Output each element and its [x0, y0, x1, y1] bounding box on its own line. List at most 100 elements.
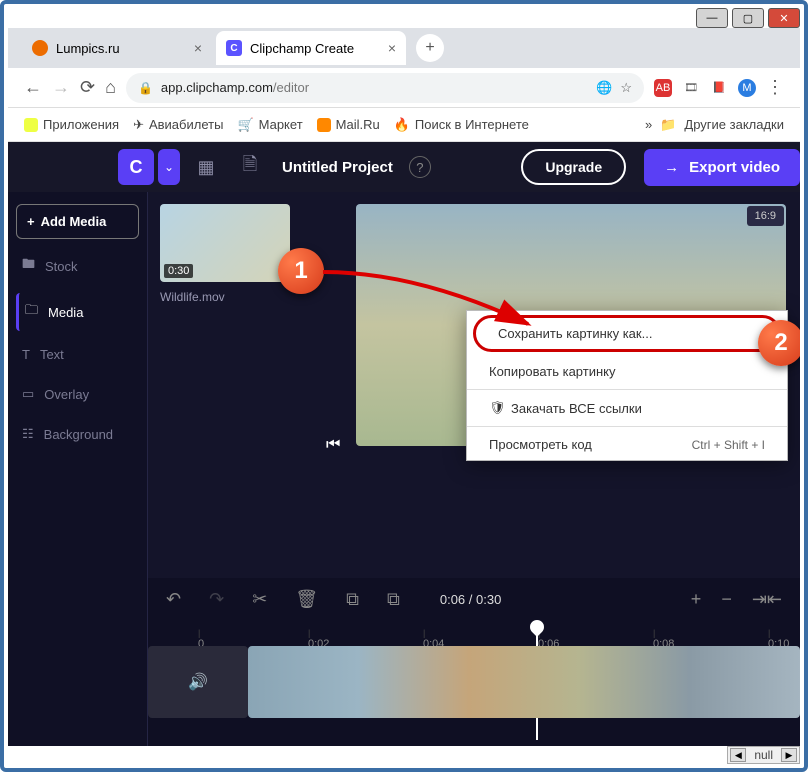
bookmark-apps[interactable]: Приложения — [24, 117, 119, 132]
upgrade-button[interactable]: Upgrade — [521, 149, 626, 185]
url-host: app.clipchamp.com — [161, 80, 273, 95]
plus-icon: + — [27, 214, 35, 229]
export-arrow-icon: → — [664, 159, 679, 176]
lock-icon: 🔒 — [138, 81, 153, 95]
timecode-label: 0:06 / 0:30 — [440, 592, 501, 607]
cart-icon: 🛒 — [237, 117, 253, 133]
ext-pdf-icon[interactable]: 📕 — [710, 79, 728, 97]
bookmark-market[interactable]: 🛒 Маркет — [237, 117, 302, 133]
sidebar-item-overlay[interactable]: ▭ Overlay — [16, 378, 139, 410]
window-minimize-button[interactable]: — — [696, 8, 728, 28]
bookmark-mail[interactable]: Mail.Ru — [317, 117, 380, 132]
url-path: /editor — [273, 80, 309, 95]
fit-button[interactable]: ⇥⇤ — [752, 589, 782, 610]
overlay-icon: ▭ — [22, 386, 34, 402]
ext-adblock-icon[interactable]: AB — [654, 79, 672, 97]
star-icon[interactable]: ☆ — [620, 80, 632, 96]
nav-forward-button[interactable]: → — [52, 77, 70, 98]
export-label: Export video — [689, 159, 780, 176]
bookmark-label: Mail.Ru — [336, 117, 380, 132]
browser-tab-0[interactable]: Lumpics.ru × — [22, 31, 212, 65]
aspect-ratio-button[interactable]: 16:9 — [747, 206, 784, 226]
app-logo[interactable]: C — [118, 149, 154, 185]
sound-icon: 🔊 — [188, 672, 208, 692]
ctx-label: Закачать ВСЕ ссылки — [511, 401, 642, 416]
translate-icon[interactable]: 🌐 — [596, 80, 612, 96]
horizontal-scrollbar[interactable]: ◀ null ▶ — [727, 746, 800, 764]
nav-reload-button[interactable]: ⟳ — [80, 77, 95, 98]
add-media-label: Add Media — [41, 214, 107, 229]
export-button[interactable]: → Export video — [644, 149, 800, 186]
ext-film-icon[interactable]: 🎞 — [682, 79, 700, 97]
bookmark-search[interactable]: 🔥Поиск в Интернете — [394, 117, 529, 133]
browser-tab-1[interactable]: C Clipchamp Create × — [216, 31, 406, 65]
thumbnail-filename: Wildlife.mov — [160, 290, 310, 304]
sidebar-item-stock[interactable]: 🖿 Stock — [16, 247, 139, 285]
profile-avatar-icon[interactable]: M — [738, 79, 756, 97]
ctx-save-image-as[interactable]: Сохранить картинку как... — [476, 318, 778, 349]
redo-button[interactable]: ↷ — [209, 589, 224, 610]
sidebar-item-media[interactable]: 🗀Media — [16, 293, 139, 331]
window-maximize-button[interactable]: ▢ — [732, 8, 764, 28]
ctx-inspect[interactable]: Просмотреть кодCtrl + Shift + I — [467, 429, 787, 460]
duplicate-button[interactable]: ⧉ — [387, 589, 400, 610]
sidebar-item-label: Stock — [45, 259, 78, 274]
zoom-out-button[interactable]: − — [721, 589, 732, 610]
add-media-button[interactable]: + Add Media — [16, 204, 139, 239]
tab-close-icon[interactable]: × — [388, 40, 396, 56]
text-icon: T — [22, 347, 30, 362]
tab-label: Lumpics.ru — [56, 41, 120, 56]
help-button[interactable]: ? — [409, 156, 431, 178]
other-bookmarks-button[interactable]: Другие закладки — [684, 117, 784, 132]
app-menu-dropdown[interactable]: ⌄ — [158, 149, 180, 185]
media-thumbnail[interactable]: 0:30 — [160, 204, 290, 282]
tab-close-icon[interactable]: × — [194, 40, 202, 56]
skip-back-button[interactable]: ⏮ — [326, 436, 340, 454]
bookmark-label: Маркет — [259, 117, 303, 132]
shortcut-label: Ctrl + Shift + I — [692, 438, 765, 452]
document-icon[interactable]: 🗎 — [232, 149, 268, 185]
tab-favicon-lumpics-icon — [32, 40, 48, 56]
video-clip[interactable] — [248, 646, 800, 718]
sidebar-item-label: Background — [44, 427, 113, 442]
video-icon[interactable]: ▦ — [188, 149, 224, 185]
nav-home-button[interactable]: ⌂ — [105, 77, 116, 98]
new-tab-button[interactable]: + — [416, 34, 444, 62]
audio-clip[interactable]: 🔊 — [148, 646, 248, 718]
sidebar-item-label: Overlay — [44, 387, 89, 402]
bookmark-label: Приложения — [43, 117, 119, 132]
bookmark-label: Авиабилеты — [149, 117, 223, 132]
undo-button[interactable]: ↶ — [166, 589, 181, 610]
ctx-download-all-links[interactable]: 🛡 Закачать ВСЕ ссылки — [467, 392, 787, 424]
tab-label: Clipchamp Create — [250, 41, 354, 56]
annotation-marker-1: 1 — [278, 248, 324, 294]
scroll-left-button[interactable]: ◀ — [730, 748, 746, 762]
null-label: null — [754, 748, 773, 762]
tab-favicon-clipchamp-icon: C — [226, 40, 242, 56]
nav-back-button[interactable]: ← — [24, 77, 42, 98]
zoom-in-button[interactable]: + — [691, 589, 702, 610]
ctx-copy-image[interactable]: Копировать картинку — [467, 356, 787, 387]
video-preview[interactable]: 16:9 ⏮ Сохранить картинку как... Копиров… — [356, 204, 786, 446]
address-bar[interactable]: 🔒 app.clipchamp.com/editor 🌐 ☆ — [126, 73, 644, 103]
stock-icon: 🖿 — [22, 255, 35, 277]
annotation-marker-2: 2 — [758, 320, 800, 366]
sidebar-item-text[interactable]: TText — [16, 339, 139, 370]
window-close-button[interactable]: ✕ — [768, 8, 800, 28]
delete-button[interactable]: 🗑 — [295, 589, 318, 610]
copy-button[interactable]: ⧉ — [346, 589, 359, 610]
separator — [467, 389, 787, 390]
thumbnail-duration: 0:30 — [164, 264, 193, 278]
scroll-right-button[interactable]: ▶ — [781, 748, 797, 762]
timeline-track[interactable]: 🔊 — [148, 646, 800, 718]
download-icon: 🛡 — [489, 400, 505, 416]
sidebar-item-background[interactable]: ☷Background — [16, 418, 139, 450]
bookmarks-overflow-icon[interactable]: » — [645, 117, 652, 132]
timeline-ruler[interactable]: 0 0:02 0:04 0:06 0:08 0:10 0:1 — [148, 620, 800, 646]
bookmark-avia[interactable]: ✈Авиабилеты — [133, 117, 223, 133]
project-title[interactable]: Untitled Project — [282, 159, 393, 176]
chrome-menu-button[interactable]: ⋮ — [766, 77, 784, 98]
cut-button[interactable]: ✂ — [252, 589, 267, 610]
folder-icon: 📁 — [660, 117, 676, 133]
bookmark-label: Поиск в Интернете — [415, 117, 529, 132]
